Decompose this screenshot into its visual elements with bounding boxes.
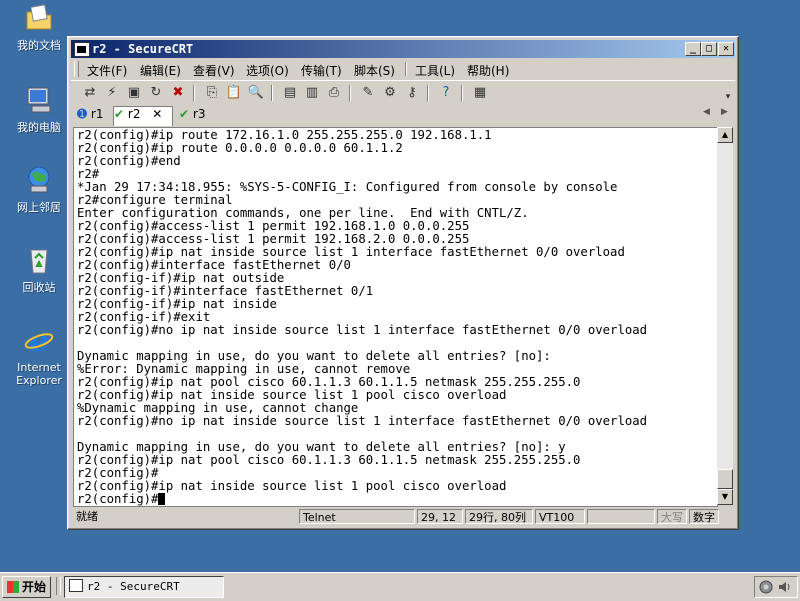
tab-label: r2 [127,107,141,121]
keymap-icon[interactable]: ⚷ [403,84,421,101]
status-bar: 就绪 Telnet 29, 12 29行, 80列 VT100 大写 数字 [71,508,735,526]
toolbar-separator [349,85,351,101]
scroll-thumb[interactable] [717,469,733,489]
desktop-icon-label: Internet Explorer [16,361,62,387]
terminal-cursor [158,493,166,505]
desktop-icon-network-places[interactable]: 网上邻居 [8,164,70,214]
find-icon[interactable]: 🔍 [247,84,265,101]
start-label: 开始 [22,580,47,594]
terminal-scrollbar[interactable]: ▲ ▼ [717,127,733,505]
close-button[interactable]: ✕ [718,42,734,56]
copy-icon[interactable]: ⎘ [203,84,221,101]
status-protocol: Telnet [299,509,415,524]
desktop-icon-label: 我的文档 [17,39,61,52]
connect-icon[interactable]: ⇄ [81,84,99,101]
taskbar-item-label: r2 - SecureCRT [87,580,180,593]
my-documents-icon [26,4,52,30]
internet-explorer-icon: e [24,324,54,359]
toolbar-separator [461,85,463,101]
paste-icon[interactable]: 📋 [225,84,243,101]
status-num-lock: 数字 [689,509,719,524]
tab-scroll-left-icon[interactable]: ◀ [703,107,710,124]
securecrt-app-icon [69,579,83,592]
menu-edit[interactable]: 编辑(E) [140,62,181,79]
desktop-icon-my-documents[interactable]: 我的文档 [8,2,70,52]
menu-options[interactable]: 选项(O) [246,62,289,79]
toolbar-overflow-icon[interactable]: ▾ [719,89,737,106]
reconnect-icon[interactable]: ↻ [147,84,165,101]
menu-tools[interactable]: 工具(L) [415,62,455,79]
svg-text:e: e [29,324,48,356]
menu-separator [405,62,407,76]
scroll-down-arrow-icon[interactable]: ▼ [717,489,733,505]
toolbar: ⇄ ⚡ ▣ ↻ ✖ ⎘ 📋 🔍 ▤ ▥ ⎙ ✎ ⚙ ⚷ ? ▦ ▾ [71,80,735,105]
toolbar-separator [427,85,429,101]
keypad-icon[interactable]: ▦ [471,84,489,101]
menu-transfer[interactable]: 传输(T) [301,62,342,79]
network-places-icon [28,166,50,193]
tab-r3[interactable]: ✔ r3 [179,107,205,124]
status-ready: 就绪 [76,510,98,523]
taskbar-grip [56,577,61,595]
system-tray [754,576,798,598]
tab-scroll-right-icon[interactable]: ▶ [721,107,728,124]
disconnect-icon[interactable]: ✖ [169,84,187,101]
connected-check-icon: ✔ [114,107,125,121]
status-cursor-position: 29, 12 [417,509,463,524]
tray-volume-icon[interactable] [777,580,791,594]
terminal-text: r2(config)#ip route 172.16.1.0 255.255.2… [77,128,648,506]
desktop-icon-label: 网上邻居 [17,201,61,214]
tray-network-icon[interactable] [759,580,773,594]
toolbar-separator [193,85,195,101]
securecrt-window[interactable]: r2 - SecureCRT _ □ ✕ 文件(F) 编辑(E) 查看(V) 选… [67,36,739,530]
print-icon[interactable]: ⎙ [325,84,343,101]
desktop-icon-label: 回收站 [22,281,56,294]
terminal-output[interactable]: r2(config)#ip route 172.16.1.0 255.255.2… [73,127,718,507]
windows-flag-icon [7,581,19,593]
minimize-button[interactable]: _ [685,42,701,56]
menubar-grip [74,61,79,77]
recycle-bin-icon [30,249,48,274]
desktop-icon-label: 我的电脑 [17,121,61,134]
tab-close-button[interactable]: ✕ [152,107,162,121]
session-tab-bar: ➊ r1 ✔ r2 ✕ ✔ r3 ◀ ▶ [71,105,735,126]
menu-bar: 文件(F) 编辑(E) 查看(V) 选项(O) 传输(T) 脚本(S) 工具(L… [71,59,735,79]
scroll-up-arrow-icon[interactable]: ▲ [717,127,733,143]
global-options-icon[interactable]: ⚙ [381,84,399,101]
toolbar-separator [271,85,273,101]
menu-file[interactable]: 文件(F) [87,62,127,79]
menu-script[interactable]: 脚本(S) [354,62,395,79]
quick-connect-icon[interactable]: ⚡ [103,84,121,101]
maximize-button[interactable]: □ [701,42,717,56]
help-icon[interactable]: ? [437,84,455,101]
window-title: r2 - SecureCRT [92,42,194,56]
tab-label: r3 [192,107,206,121]
info-icon: ➊ [77,107,88,121]
my-computer-icon [27,87,51,113]
tab-label: r1 [90,107,104,121]
session-options-icon[interactable]: ✎ [359,84,377,101]
status-terminal-size: 29行, 80列 [465,509,533,524]
status-caps-lock: 大写 [657,509,687,524]
menu-help[interactable]: 帮助(H) [467,62,509,79]
status-empty [587,509,655,524]
desktop-icon-internet-explorer[interactable]: e Internet Explorer [8,324,70,387]
print-setup-icon[interactable]: ▤ [281,84,299,101]
tab-r1[interactable]: ➊ r1 [77,107,103,124]
connect-tab-icon[interactable]: ▣ [125,84,143,101]
desktop-icon-my-computer[interactable]: 我的电脑 [8,84,70,134]
print-selection-icon[interactable]: ▥ [303,84,321,101]
tab-r2[interactable]: ✔ r2 ✕ [113,106,173,126]
title-bar[interactable]: r2 - SecureCRT _ □ ✕ [71,40,735,58]
desktop-icon-recycle-bin[interactable]: 回收站 [8,244,70,294]
start-button[interactable]: 开始 [2,576,51,598]
taskbar-item-securecrt[interactable]: r2 - SecureCRT [64,576,224,598]
connected-check-icon: ✔ [179,107,190,121]
taskbar: 开始 r2 - SecureCRT [0,572,800,601]
status-emulation: VT100 [535,509,585,524]
menu-view[interactable]: 查看(V) [193,62,235,79]
securecrt-app-icon[interactable] [74,42,90,57]
